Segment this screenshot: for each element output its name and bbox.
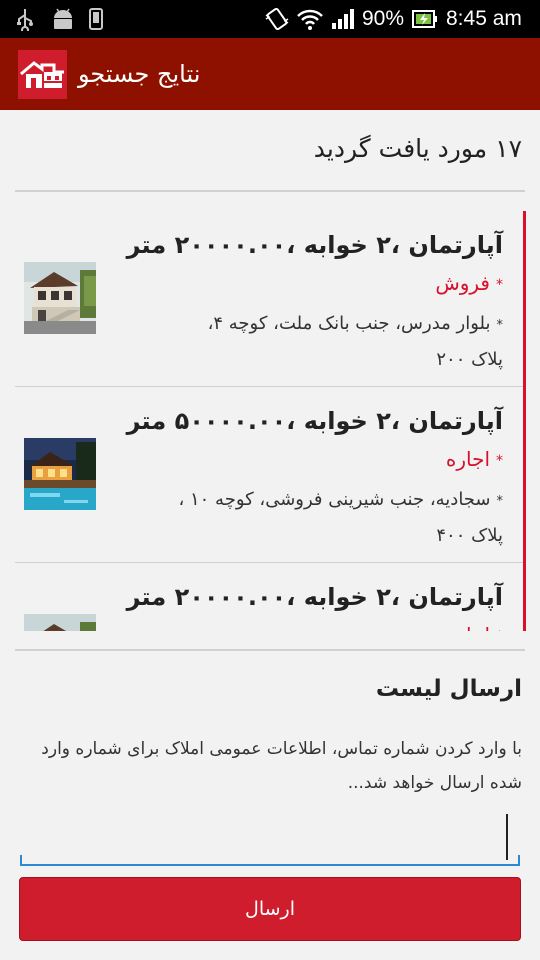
phone-number-input[interactable] xyxy=(20,808,520,866)
status-bar: 90% 8:45 am xyxy=(0,0,540,38)
vibrate-icon xyxy=(264,7,290,31)
bullet-icon: * xyxy=(496,452,503,469)
send-list-description: با وارد کردن شماره تماس، اطلاعات عمومی ا… xyxy=(41,739,522,793)
page-title: نتایج جستجو xyxy=(78,60,201,88)
list-item[interactable]: آپارتمان ،۲ خوابه ،۵۰۰۰۰.۰۰ متر * اجاره *… xyxy=(15,387,523,563)
bullet-icon: * xyxy=(496,494,504,509)
address-line: پلاک ۴۰۰ xyxy=(436,525,503,546)
phone-icon xyxy=(88,7,104,31)
bullet-icon: * xyxy=(496,629,503,632)
listing-type-label: اجاره xyxy=(446,623,490,631)
battery-percent: 90% xyxy=(362,7,405,30)
field-edge xyxy=(20,855,22,866)
results-count: ۱۷ مورد یافت گردید xyxy=(313,134,522,163)
address-line: سجادیه، جنب شیرینی فروشی، کوچه ۱۰ ، xyxy=(178,489,491,510)
listing-title: آپارتمان ،۲ خوابه ،۲۰۰۰۰.۰۰ متر xyxy=(126,231,503,259)
divider xyxy=(15,649,525,651)
bullet-icon: * xyxy=(496,276,503,293)
send-list-title: ارسال لیست xyxy=(375,676,522,702)
address-line: پلاک ۲۰۰ xyxy=(436,349,503,370)
action-bar: نتایج جستجو xyxy=(0,38,540,110)
listing-type: * فروش xyxy=(203,267,503,301)
bullet-icon: * xyxy=(496,318,504,333)
field-edge xyxy=(518,855,520,866)
app-logo-icon[interactable] xyxy=(18,50,67,99)
usb-icon xyxy=(14,7,36,34)
listings-list[interactable]: آپارتمان ،۲ خوابه ،۲۰۰۰۰.۰۰ متر * فروش * ب… xyxy=(15,211,526,631)
send-button[interactable]: ارسال xyxy=(19,877,521,941)
villa-thumbnail xyxy=(24,614,96,631)
android-debug-icon xyxy=(50,7,76,31)
list-item[interactable]: آپارتمان ،۲ خوابه ،۲۰۰۰۰.۰۰ متر * فروش * ب… xyxy=(15,211,523,387)
list-item[interactable]: آپارتمان ،۲ خوابه ،۲۰۰۰۰.۰۰ متر * اجاره xyxy=(15,563,523,631)
listing-type: * اجاره xyxy=(203,443,503,477)
list-accent-bar xyxy=(523,211,526,631)
listing-type-label: اجاره xyxy=(445,447,490,471)
listing-title: آپارتمان ،۲ خوابه ،۲۰۰۰۰.۰۰ متر xyxy=(126,583,503,611)
villa-thumbnail xyxy=(24,262,96,334)
divider xyxy=(15,190,525,192)
resort-thumbnail xyxy=(24,438,96,510)
address-line: بلوار مدرس، جنب بانک ملت، کوچه ۴، xyxy=(207,313,491,334)
listing-title: آپارتمان ،۲ خوابه ،۵۰۰۰۰.۰۰ متر xyxy=(126,407,503,435)
listing-address: * بلوار مدرس، جنب بانک ملت، کوچه ۴، پلاک ۲… xyxy=(113,307,503,377)
text-cursor xyxy=(506,814,508,860)
listing-type: * اجاره xyxy=(203,619,503,631)
wifi-icon xyxy=(296,7,324,31)
clock: 8:45 am xyxy=(446,7,522,30)
battery-charging-icon xyxy=(412,7,438,31)
listing-type-label: فروش xyxy=(435,271,490,295)
listing-address: * سجادیه، جنب شیرینی فروشی، کوچه ۱۰ ، پلاک… xyxy=(113,483,503,553)
signal-icon xyxy=(331,7,357,31)
